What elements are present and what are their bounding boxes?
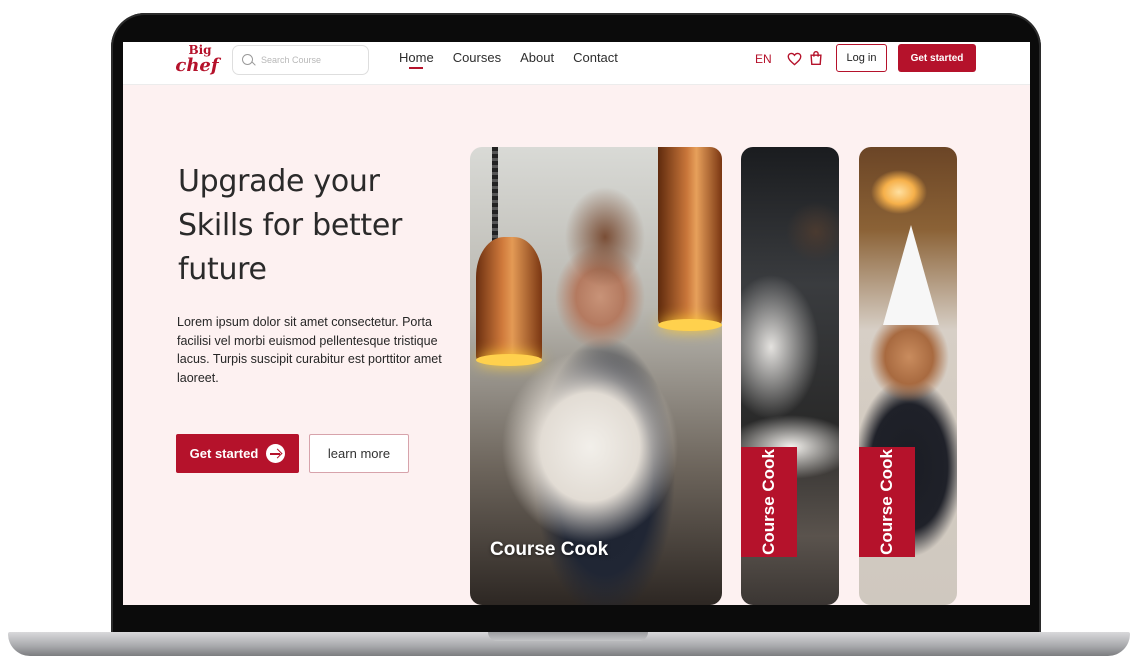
language-switcher[interactable]: EN bbox=[755, 52, 772, 66]
course-card-label: Course Cook bbox=[490, 539, 609, 560]
nav-link-courses[interactable]: Courses bbox=[453, 50, 501, 65]
course-card-main[interactable]: Course Cook bbox=[470, 147, 722, 605]
nav-link-about[interactable]: About bbox=[520, 50, 554, 65]
search-box bbox=[232, 45, 369, 75]
get-started-label: Get started bbox=[189, 446, 259, 461]
logo-line-2: chef bbox=[175, 55, 219, 76]
search-icon bbox=[242, 53, 256, 67]
course-card-vertical-label: Course Cook bbox=[741, 447, 797, 557]
main-nav: Home Courses About Contact bbox=[399, 50, 637, 69]
arrow-right-icon bbox=[266, 444, 286, 463]
laptop-screen: Big chef Home Courses About Contact EN L… bbox=[123, 42, 1030, 605]
top-navbar: Big chef Home Courses About Contact EN L… bbox=[123, 42, 1030, 85]
search-input[interactable] bbox=[261, 55, 361, 65]
get-started-nav-button[interactable]: Get started bbox=[898, 44, 976, 72]
hero-title: Upgrade your Skills for better future bbox=[178, 164, 403, 287]
copper-lamp-graphic bbox=[476, 237, 542, 366]
course-card-vertical-label: Course Cook bbox=[859, 447, 915, 557]
copper-lamp-graphic bbox=[658, 147, 722, 331]
course-card-3[interactable]: Course Cook bbox=[859, 147, 957, 605]
brand-logo[interactable]: Big chef bbox=[175, 44, 219, 82]
course-card-2[interactable]: Course Cook bbox=[741, 147, 839, 605]
lamp-cord-graphic bbox=[492, 147, 498, 242]
hero-description: Lorem ipsum dolor sit amet consectetur. … bbox=[177, 315, 442, 385]
chef-hat-graphic bbox=[883, 225, 939, 325]
login-button[interactable]: Log in bbox=[836, 44, 887, 72]
nav-link-contact[interactable]: Contact bbox=[573, 50, 618, 65]
course-card-label: Course Cook bbox=[759, 449, 779, 555]
heart-icon[interactable] bbox=[787, 52, 802, 66]
get-started-button[interactable]: Get started bbox=[176, 434, 299, 473]
learn-more-button[interactable]: learn more bbox=[309, 434, 409, 473]
course-card-label: Course Cook bbox=[877, 449, 897, 555]
laptop-notch bbox=[488, 632, 648, 641]
nav-link-home[interactable]: Home bbox=[399, 50, 434, 69]
shopping-bag-icon[interactable] bbox=[809, 50, 823, 66]
